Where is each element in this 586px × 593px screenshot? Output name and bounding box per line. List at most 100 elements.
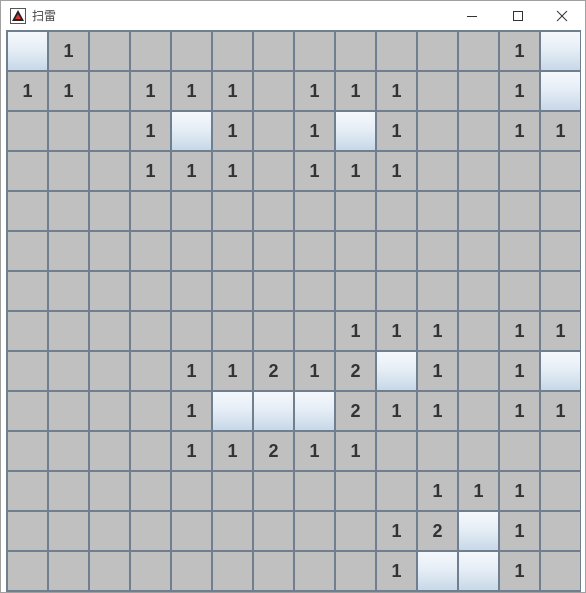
revealed-cell[interactable]: [131, 272, 170, 310]
revealed-cell[interactable]: [377, 192, 416, 230]
revealed-cell[interactable]: [254, 272, 293, 310]
covered-cell[interactable]: [418, 552, 457, 590]
revealed-cell[interactable]: [541, 272, 580, 310]
number-cell[interactable]: 2: [336, 392, 375, 430]
revealed-cell[interactable]: [8, 232, 47, 270]
revealed-cell[interactable]: [254, 112, 293, 150]
covered-cell[interactable]: [459, 512, 498, 550]
revealed-cell[interactable]: [254, 72, 293, 110]
revealed-cell[interactable]: [131, 192, 170, 230]
revealed-cell[interactable]: [8, 312, 47, 350]
revealed-cell[interactable]: [131, 472, 170, 510]
revealed-cell[interactable]: [336, 32, 375, 70]
number-cell[interactable]: 1: [418, 312, 457, 350]
revealed-cell[interactable]: [49, 152, 88, 190]
revealed-cell[interactable]: [49, 232, 88, 270]
revealed-cell[interactable]: [459, 232, 498, 270]
revealed-cell[interactable]: [541, 152, 580, 190]
revealed-cell[interactable]: [90, 32, 129, 70]
revealed-cell[interactable]: [418, 112, 457, 150]
covered-cell[interactable]: [172, 112, 211, 150]
revealed-cell[interactable]: [418, 232, 457, 270]
revealed-cell[interactable]: [172, 32, 211, 70]
number-cell[interactable]: 1: [295, 352, 334, 390]
revealed-cell[interactable]: [8, 432, 47, 470]
number-cell[interactable]: 1: [418, 472, 457, 510]
maximize-button[interactable]: [495, 1, 541, 31]
revealed-cell[interactable]: [336, 232, 375, 270]
revealed-cell[interactable]: [131, 392, 170, 430]
revealed-cell[interactable]: [90, 152, 129, 190]
revealed-cell[interactable]: [90, 72, 129, 110]
number-cell[interactable]: 1: [8, 72, 47, 110]
revealed-cell[interactable]: [459, 32, 498, 70]
revealed-cell[interactable]: [377, 232, 416, 270]
covered-cell[interactable]: [377, 352, 416, 390]
revealed-cell[interactable]: [295, 232, 334, 270]
number-cell[interactable]: 2: [418, 512, 457, 550]
number-cell[interactable]: 1: [172, 352, 211, 390]
revealed-cell[interactable]: [213, 272, 252, 310]
revealed-cell[interactable]: [295, 272, 334, 310]
revealed-cell[interactable]: [541, 192, 580, 230]
revealed-cell[interactable]: [418, 432, 457, 470]
revealed-cell[interactable]: [131, 432, 170, 470]
number-cell[interactable]: 1: [336, 312, 375, 350]
revealed-cell[interactable]: [295, 472, 334, 510]
revealed-cell[interactable]: [172, 552, 211, 590]
revealed-cell[interactable]: [500, 152, 539, 190]
revealed-cell[interactable]: [541, 472, 580, 510]
revealed-cell[interactable]: [131, 352, 170, 390]
number-cell[interactable]: 1: [336, 152, 375, 190]
revealed-cell[interactable]: [254, 512, 293, 550]
revealed-cell[interactable]: [459, 312, 498, 350]
revealed-cell[interactable]: [336, 512, 375, 550]
number-cell[interactable]: 1: [418, 392, 457, 430]
number-cell[interactable]: 1: [500, 552, 539, 590]
covered-cell[interactable]: [254, 392, 293, 430]
revealed-cell[interactable]: [500, 232, 539, 270]
revealed-cell[interactable]: [131, 32, 170, 70]
number-cell[interactable]: 1: [295, 112, 334, 150]
number-cell[interactable]: 1: [213, 72, 252, 110]
revealed-cell[interactable]: [90, 312, 129, 350]
number-cell[interactable]: 1: [213, 352, 252, 390]
revealed-cell[interactable]: [8, 352, 47, 390]
revealed-cell[interactable]: [49, 552, 88, 590]
revealed-cell[interactable]: [172, 192, 211, 230]
revealed-cell[interactable]: [213, 552, 252, 590]
number-cell[interactable]: 1: [336, 432, 375, 470]
revealed-cell[interactable]: [90, 352, 129, 390]
revealed-cell[interactable]: [90, 392, 129, 430]
number-cell[interactable]: 1: [459, 472, 498, 510]
number-cell[interactable]: 1: [49, 72, 88, 110]
number-cell[interactable]: 1: [541, 312, 580, 350]
covered-cell[interactable]: [541, 72, 580, 110]
revealed-cell[interactable]: [8, 272, 47, 310]
revealed-cell[interactable]: [459, 72, 498, 110]
number-cell[interactable]: 1: [500, 352, 539, 390]
revealed-cell[interactable]: [172, 272, 211, 310]
covered-cell[interactable]: [459, 552, 498, 590]
number-cell[interactable]: 1: [213, 152, 252, 190]
number-cell[interactable]: 1: [377, 112, 416, 150]
number-cell[interactable]: 2: [336, 352, 375, 390]
revealed-cell[interactable]: [49, 392, 88, 430]
number-cell[interactable]: 2: [254, 432, 293, 470]
number-cell[interactable]: 1: [500, 312, 539, 350]
number-cell[interactable]: 1: [377, 512, 416, 550]
revealed-cell[interactable]: [459, 192, 498, 230]
number-cell[interactable]: 1: [172, 392, 211, 430]
revealed-cell[interactable]: [541, 232, 580, 270]
revealed-cell[interactable]: [131, 312, 170, 350]
revealed-cell[interactable]: [500, 192, 539, 230]
number-cell[interactable]: 1: [500, 392, 539, 430]
revealed-cell[interactable]: [254, 472, 293, 510]
revealed-cell[interactable]: [49, 512, 88, 550]
revealed-cell[interactable]: [418, 272, 457, 310]
number-cell[interactable]: 1: [172, 432, 211, 470]
revealed-cell[interactable]: [377, 432, 416, 470]
number-cell[interactable]: 1: [500, 472, 539, 510]
number-cell[interactable]: 1: [172, 72, 211, 110]
revealed-cell[interactable]: [377, 272, 416, 310]
